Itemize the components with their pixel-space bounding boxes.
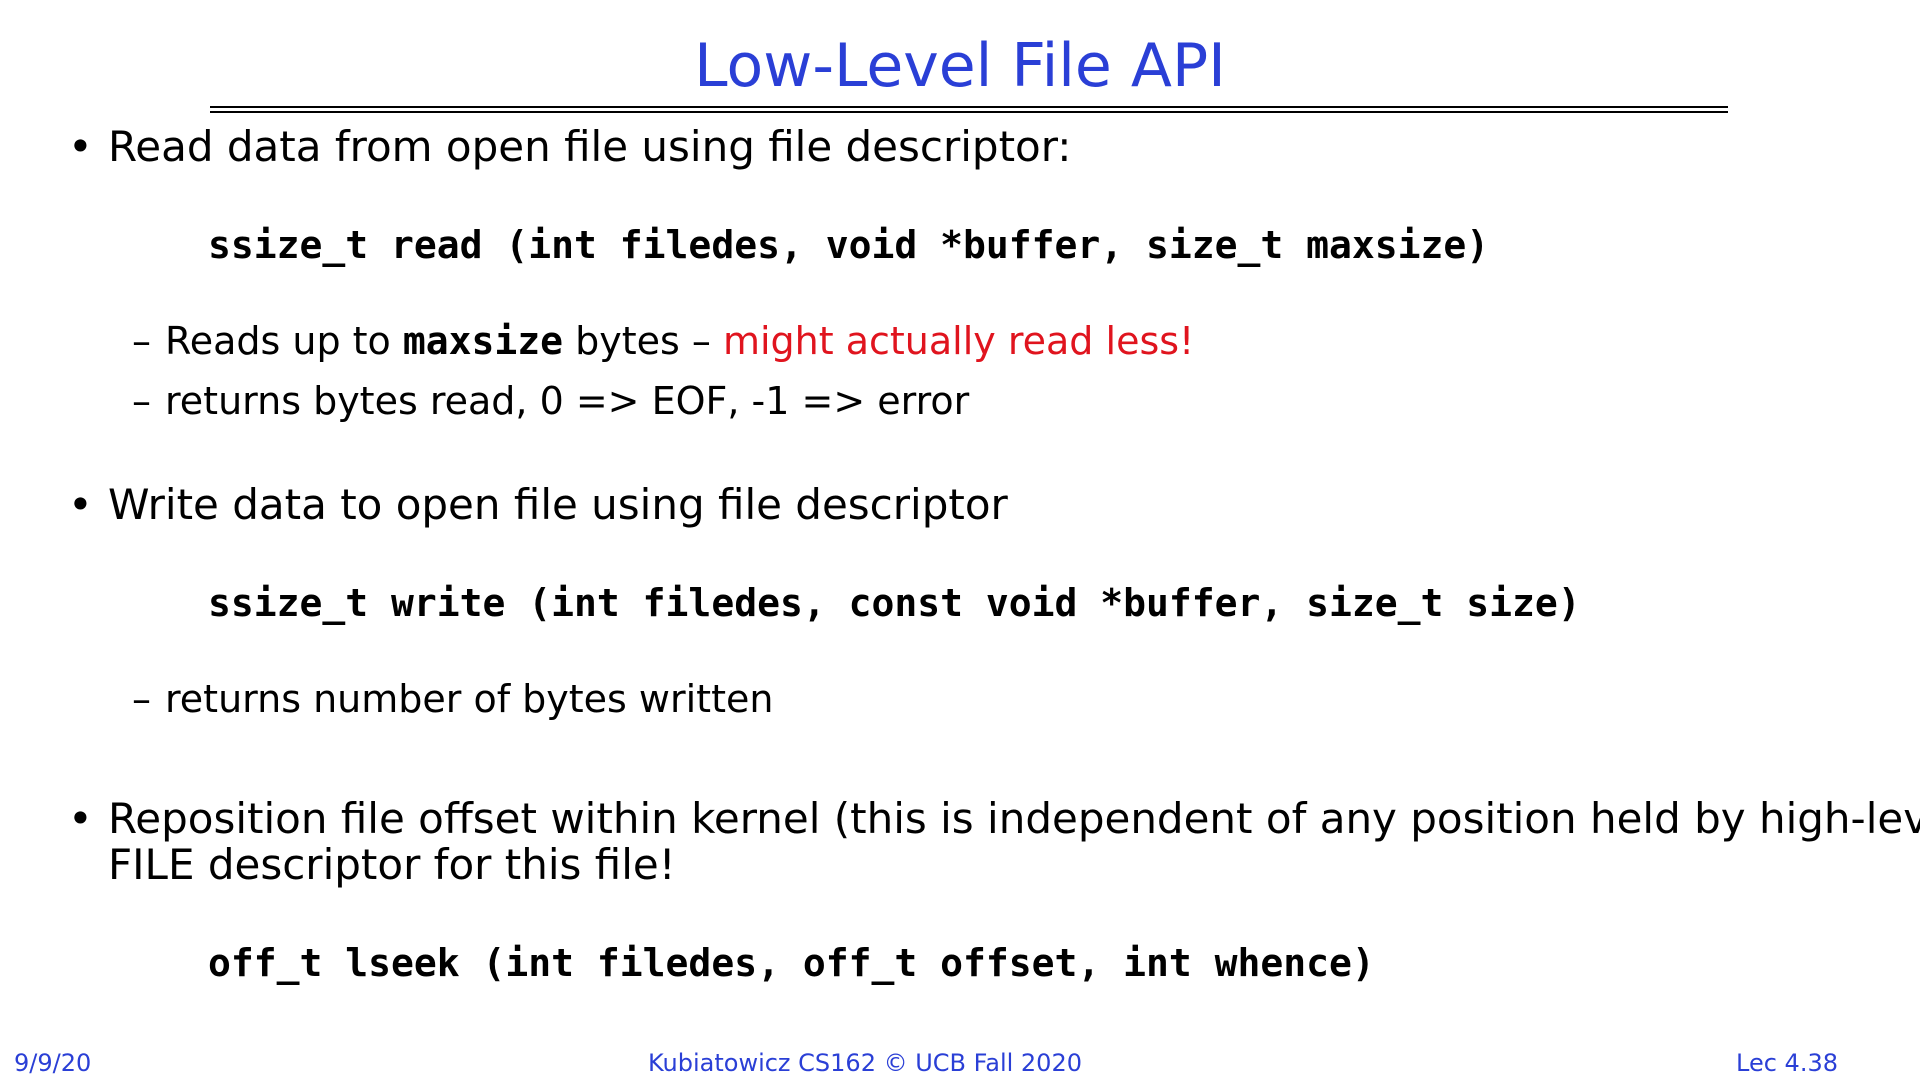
bullet-text: Read data from open file using file desc… — [108, 122, 1072, 171]
bullet-text-line-1: Reposition file offset within kernel (th… — [108, 794, 1920, 843]
subitem-returns-bytes-written: – returns number of bytes written — [132, 676, 773, 722]
subitem-returns-bytes-read: – returns bytes read, 0 => EOF, -1 => err… — [132, 378, 969, 424]
bullet-marker: • — [68, 122, 93, 171]
slide-title: Low-Level File API — [694, 31, 1226, 101]
sub-dash: – — [132, 319, 151, 363]
code-lseek-signature: off_t lseek (int filedes, off_t offset, … — [208, 941, 1375, 985]
sub-dash: – — [132, 677, 151, 721]
bullet-text: Write data to open file using file descr… — [108, 480, 1008, 529]
footer-lecture-number: Lec 4.38 — [1736, 1049, 1838, 1077]
title-divider-bottom — [210, 111, 1728, 113]
bullet-marker: • — [68, 794, 93, 843]
sub-dash: – — [132, 379, 151, 423]
subitem-reads-up-to: – Reads up to maxsize bytes – might actua… — [132, 318, 1194, 364]
sub-text: returns number of bytes written — [165, 677, 774, 721]
sub-text: returns bytes read, 0 => EOF, -1 => erro… — [165, 379, 970, 423]
title-divider-top — [210, 106, 1728, 108]
bullet-text-line-2: FILE descriptor for this file! — [108, 840, 676, 889]
bullet-marker: • — [68, 480, 93, 529]
sub-text-pre: Reads up to — [165, 319, 403, 363]
sub-text-post: bytes – — [563, 319, 723, 363]
inline-code-maxsize: maxsize — [402, 319, 564, 363]
warning-text: might actually read less! — [722, 319, 1195, 363]
code-write-signature: ssize_t write (int filedes, const void *… — [208, 581, 1581, 625]
code-read-signature: ssize_t read (int filedes, void *buffer,… — [208, 223, 1490, 267]
footer-course: Kubiatowicz CS162 © UCB Fall 2020 — [647, 1049, 1082, 1077]
